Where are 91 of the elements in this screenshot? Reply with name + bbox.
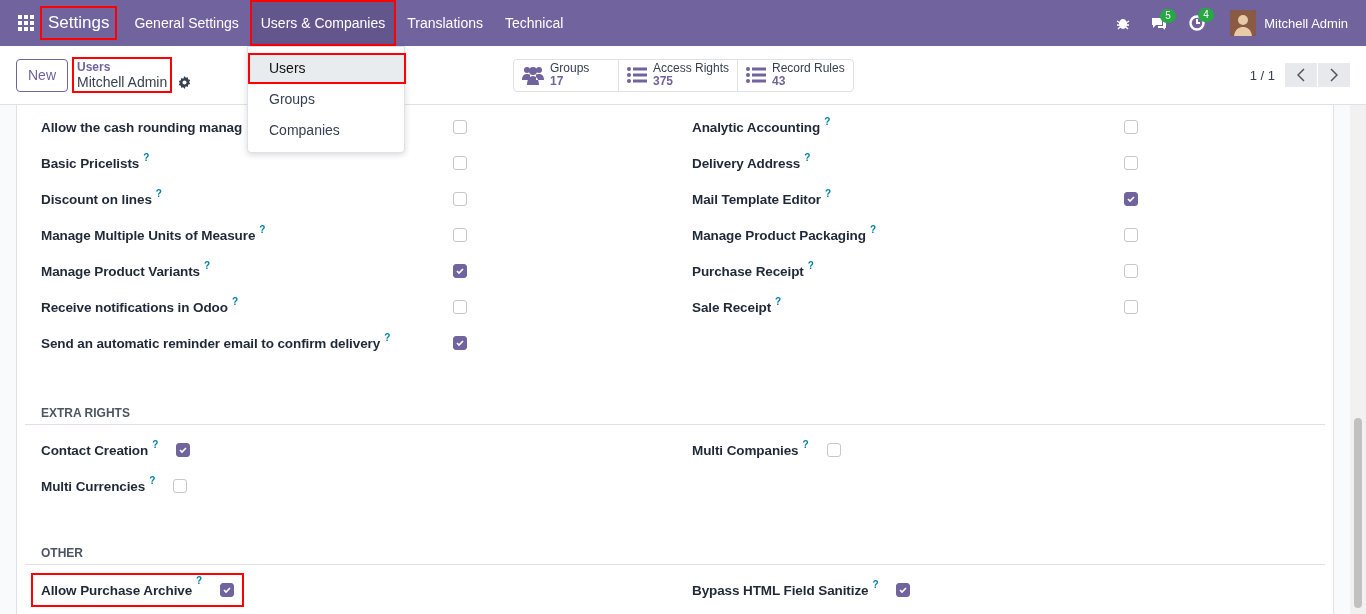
field-label: Contact Creation — [41, 442, 149, 458]
pager-counter: 1 / 1 — [1249, 67, 1275, 83]
field-label: Multi Companies — [692, 442, 799, 458]
checkbox[interactable] — [453, 264, 467, 278]
users-icon — [521, 65, 544, 85]
help-tooltip[interactable]: ? — [143, 152, 435, 164]
checkbox[interactable] — [1124, 300, 1138, 314]
chevron-left-icon — [1297, 68, 1305, 82]
checkbox[interactable] — [176, 443, 191, 457]
checkbox[interactable] — [826, 443, 841, 457]
menu-item[interactable]: General Settings — [123, 0, 250, 46]
checkbox[interactable] — [1124, 156, 1138, 170]
record-title: Mitchell Admin — [77, 75, 168, 90]
help-tooltip[interactable]: ? — [231, 296, 435, 308]
field-label: Basic Pricelists — [41, 155, 140, 171]
help-tooltip[interactable]: ? — [259, 224, 435, 236]
next-button[interactable] — [1318, 63, 1350, 87]
settings-icon[interactable] — [178, 75, 192, 89]
list-icon — [626, 66, 647, 84]
new-button[interactable]: New — [16, 58, 68, 92]
checkbox[interactable] — [1124, 120, 1138, 134]
smart-button[interactable]: Groups 17 — [513, 59, 618, 91]
smart-button[interactable]: Access Rights 375 — [617, 59, 737, 91]
check-icon — [455, 338, 465, 348]
checkbox[interactable] — [220, 583, 235, 597]
section-title: OTHER — [25, 497, 1325, 565]
help-tooltip[interactable]: ? — [149, 475, 156, 487]
help-tooltip[interactable]: ? — [807, 260, 1106, 272]
check-icon — [898, 585, 909, 595]
checkbox[interactable] — [453, 336, 467, 350]
check-icon — [222, 585, 233, 595]
help-tooltip[interactable]: ? — [825, 188, 1106, 200]
checkbox[interactable] — [453, 120, 467, 134]
check-icon — [178, 445, 189, 455]
help-tooltip[interactable]: ? — [204, 260, 435, 272]
notification-badge: 5 — [1160, 9, 1176, 23]
dropdown-item[interactable]: Companies — [248, 115, 404, 146]
field-label: Multi Currencies — [41, 478, 146, 494]
help-tooltip[interactable]: ? — [804, 152, 1106, 164]
checkbox[interactable] — [896, 583, 911, 597]
previous-button[interactable] — [1285, 63, 1317, 87]
checkbox[interactable] — [453, 300, 467, 314]
menu-item[interactable]: Users & Companies — [249, 0, 397, 46]
field-label: Manage Product Packaging — [692, 227, 866, 243]
checkbox[interactable] — [1124, 228, 1138, 242]
chevron-right-icon — [1330, 68, 1338, 82]
scrollbar[interactable] — [1350, 105, 1366, 614]
help-tooltip[interactable]: ? — [872, 579, 879, 591]
list-icon — [746, 66, 766, 84]
user-name[interactable]: Mitchell Admin — [1264, 15, 1348, 31]
avatar-icon[interactable] — [1230, 10, 1257, 36]
checkbox[interactable] — [1124, 264, 1138, 278]
menu-item[interactable]: Translations — [396, 0, 494, 46]
field-label: Analytic Accounting — [692, 119, 821, 135]
help-tooltip[interactable]: ? — [384, 332, 435, 344]
checkbox[interactable] — [453, 156, 467, 170]
smart-button[interactable]: Record Rules 43 — [737, 59, 853, 91]
help-tooltip[interactable]: ? — [152, 439, 159, 451]
checkbox[interactable] — [1124, 192, 1138, 206]
field-label: Mail Template Editor — [692, 191, 822, 207]
breadcrumb-link[interactable]: Users — [77, 60, 168, 75]
check-icon — [1126, 194, 1136, 204]
field-label: Sale Receipt — [692, 299, 772, 315]
apps-menu-icon[interactable] — [18, 15, 34, 31]
field-label: Receive notifications in Odoo — [41, 299, 228, 315]
dropdown-item[interactable]: Users — [248, 53, 406, 84]
dropdown-item[interactable]: Groups — [248, 84, 404, 115]
help-tooltip[interactable]: ? — [775, 296, 1106, 308]
checkbox[interactable] — [453, 192, 467, 206]
field-label: Allow Purchase Archive — [41, 582, 193, 598]
app-title[interactable]: Settings — [40, 6, 118, 40]
checkbox[interactable] — [453, 228, 467, 242]
field-label: Purchase Receipt — [692, 263, 804, 279]
field-label: Delivery Address — [692, 155, 801, 171]
help-tooltip[interactable]: ? — [869, 224, 1106, 236]
field-label: Discount on lines — [41, 191, 152, 207]
field-label: Manage Multiple Units of Measure — [41, 227, 256, 243]
help-tooltip[interactable]: ? — [155, 188, 435, 200]
checkbox[interactable] — [173, 479, 188, 493]
field-label: Manage Product Variants — [41, 263, 200, 279]
field-label: Bypass HTML Field Sanitize — [692, 582, 869, 598]
help-tooltip[interactable]: ? — [196, 575, 203, 587]
notification-badge: 4 — [1198, 8, 1214, 22]
field-label: Send an automatic reminder email to confirm delivery — [41, 335, 381, 351]
help-tooltip[interactable]: ? — [824, 116, 1106, 128]
check-icon — [455, 266, 465, 276]
field-label: Allow the cash rounding manag — [41, 119, 243, 135]
bug-icon[interactable] — [1116, 16, 1131, 30]
menu-item[interactable]: Technical — [494, 0, 575, 46]
section-title: EXTRA RIGHTS — [25, 354, 1325, 425]
help-tooltip[interactable]: ? — [802, 439, 809, 451]
